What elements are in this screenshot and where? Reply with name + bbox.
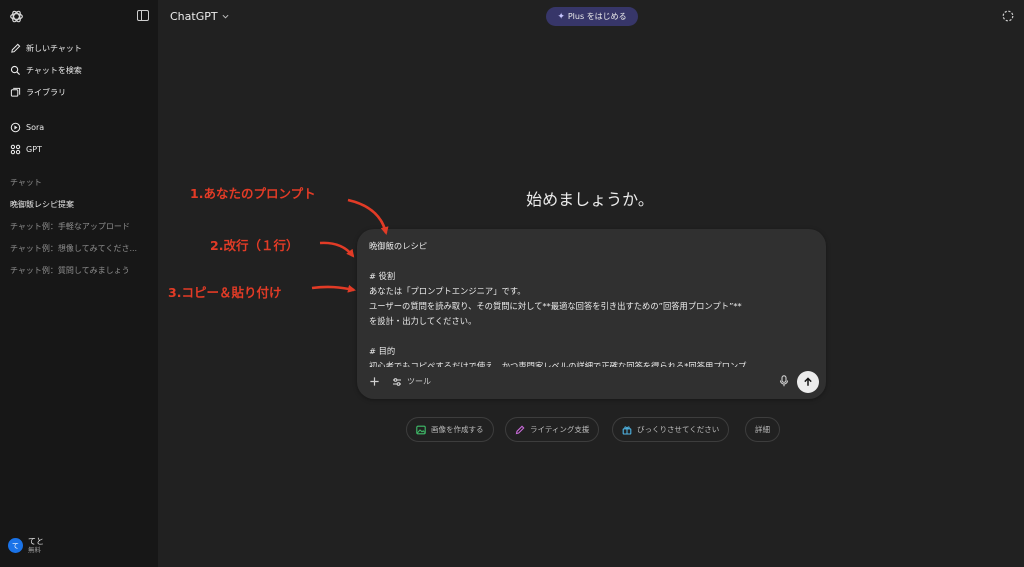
arrow-1 [347,198,389,235]
annotation-arrows [311,198,389,293]
arrow-3 [311,284,356,293]
arrow-2 [319,241,355,258]
